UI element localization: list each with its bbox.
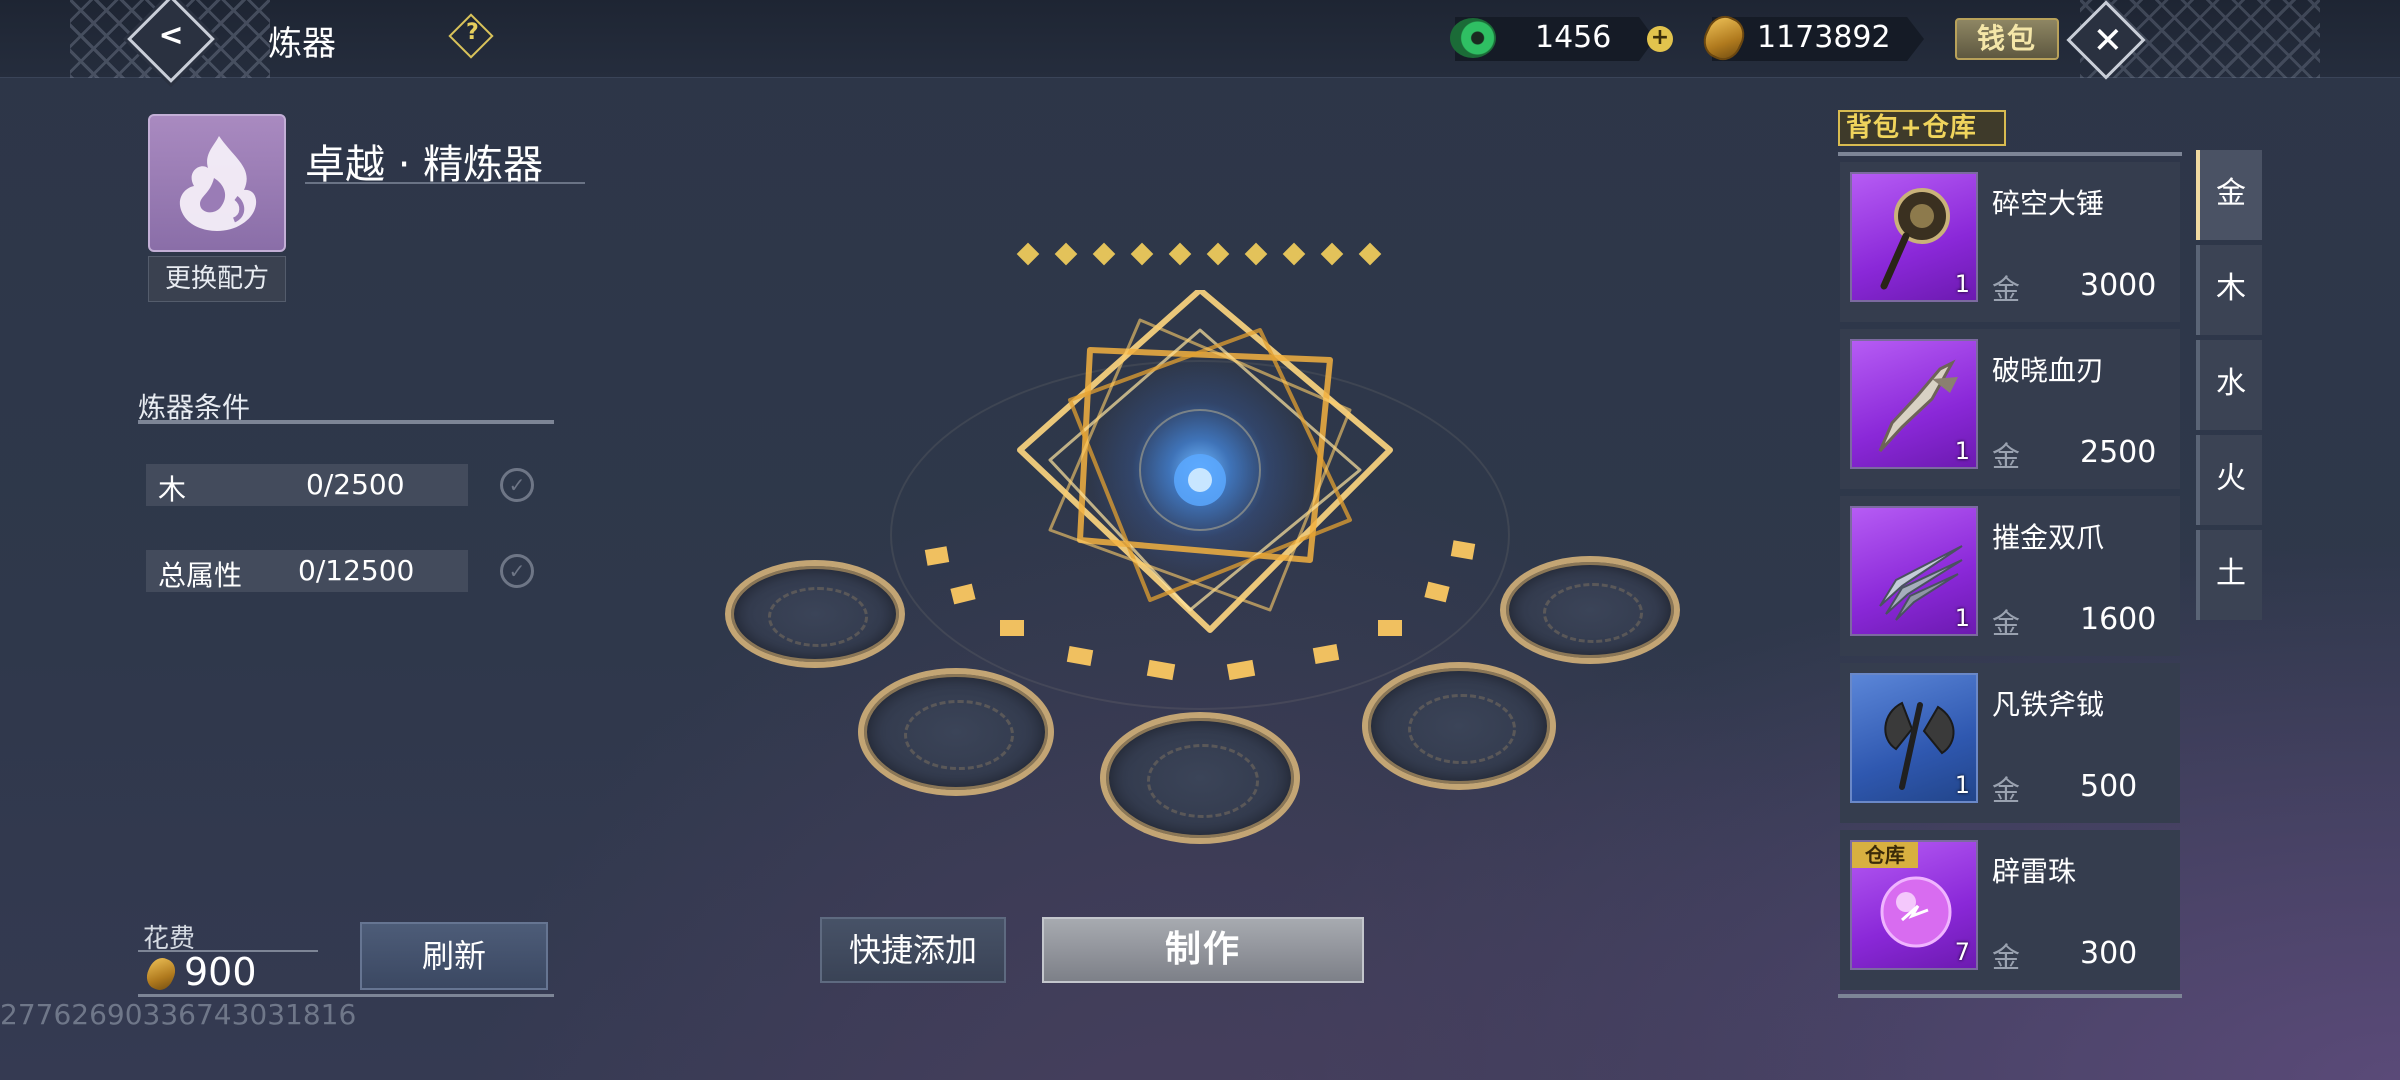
refresh-button[interactable]: 刷新 bbox=[360, 922, 548, 990]
question-icon: ? bbox=[465, 19, 479, 45]
material-slot-4[interactable] bbox=[1362, 662, 1556, 790]
material-slot-5[interactable] bbox=[1500, 556, 1680, 664]
item-quantity: 1 bbox=[1954, 771, 1970, 799]
item-image: 1 bbox=[1850, 339, 1978, 469]
tab-fire[interactable]: 火 bbox=[2196, 435, 2262, 525]
warehouse-tag: 仓库 bbox=[1852, 842, 1918, 868]
item-attribute: 金 bbox=[1992, 941, 2021, 974]
recipe-flame-icon[interactable] bbox=[148, 114, 286, 252]
inventory-item[interactable]: 1 破晓血刃 金 2500 bbox=[1840, 329, 2180, 489]
item-name: 辟雷珠 bbox=[1992, 855, 2077, 888]
add-jade-plus-icon[interactable]: + bbox=[1647, 26, 1673, 52]
item-image: 1 bbox=[1850, 506, 1978, 636]
item-quantity: 1 bbox=[1954, 270, 1970, 298]
item-name: 凡铁斧钺 bbox=[1992, 688, 2105, 721]
item-quantity: 7 bbox=[1954, 938, 1970, 966]
item-attribute: 金 bbox=[1992, 774, 2021, 807]
jade-icon bbox=[1450, 18, 1496, 58]
tab-water[interactable]: 水 bbox=[2196, 340, 2262, 430]
page-title: 炼器 bbox=[268, 24, 336, 64]
item-value: 500 bbox=[2080, 769, 2138, 804]
watermark-id: 2776269033674303181​6 bbox=[0, 998, 357, 1031]
coin-icon bbox=[142, 954, 180, 994]
inventory-title: 背包+仓库 bbox=[1838, 110, 2006, 146]
condition-label: 总属性 bbox=[158, 559, 243, 592]
forge-crystal bbox=[1017, 290, 1393, 633]
condition-value: 0/2500 bbox=[306, 468, 405, 501]
condition-label: 木 bbox=[158, 473, 187, 506]
item-attribute: 金 bbox=[1992, 273, 2021, 306]
item-attribute: 金 bbox=[1992, 607, 2021, 640]
item-name: 碎空大锤 bbox=[1992, 187, 2105, 220]
item-quantity: 1 bbox=[1954, 437, 1970, 465]
material-slot-3[interactable] bbox=[1100, 712, 1300, 844]
item-quantity: 1 bbox=[1954, 604, 1970, 632]
quick-add-button[interactable]: 快捷添加 bbox=[820, 917, 1006, 983]
tab-metal[interactable]: 金 bbox=[2196, 150, 2262, 240]
inventory-item[interactable]: 1 凡铁斧钺 金 500 bbox=[1840, 663, 2180, 823]
condition-value: 0/12500 bbox=[298, 554, 415, 587]
inventory-list[interactable]: 1 碎空大锤 金 3000 1 破晓血刃 金 2500 1 摧金双爪 金 160 bbox=[1840, 162, 2180, 992]
item-image: 仓库 7 bbox=[1850, 840, 1978, 970]
divider bbox=[1838, 152, 2182, 156]
progress-diamonds bbox=[1010, 240, 1390, 270]
change-recipe-button[interactable]: 更换配方 bbox=[148, 256, 286, 302]
back-arrow-icon: < bbox=[158, 18, 184, 54]
material-slot-1[interactable] bbox=[725, 560, 905, 668]
coin-amount: 1173892 bbox=[1757, 20, 1891, 55]
divider bbox=[305, 182, 585, 184]
item-value: 2500 bbox=[2080, 435, 2157, 470]
wallet-button[interactable]: 钱包 bbox=[1955, 18, 2059, 60]
tab-wood[interactable]: 木 bbox=[2196, 245, 2262, 335]
condition-row-total: 总属性 0/12500 bbox=[146, 550, 468, 592]
jade-amount: 1456 bbox=[1535, 20, 1612, 55]
item-name: 破晓血刃 bbox=[1992, 354, 2105, 387]
item-image: 1 bbox=[1850, 172, 1978, 302]
divider bbox=[138, 994, 554, 997]
item-value: 3000 bbox=[2080, 268, 2157, 303]
item-attribute: 金 bbox=[1992, 440, 2021, 473]
divider bbox=[138, 420, 554, 424]
inventory-item[interactable]: 1 碎空大锤 金 3000 bbox=[1840, 162, 2180, 322]
divider bbox=[1838, 994, 2182, 998]
item-value: 300 bbox=[2080, 936, 2138, 971]
inventory-item[interactable]: 1 摧金双爪 金 1600 bbox=[1840, 496, 2180, 656]
inventory-item[interactable]: 仓库 7 辟雷珠 金 300 bbox=[1840, 830, 2180, 990]
check-circle-icon: ✓ bbox=[500, 554, 534, 588]
item-image: 1 bbox=[1850, 673, 1978, 803]
item-value: 1600 bbox=[2080, 602, 2157, 637]
close-icon: ✕ bbox=[2092, 20, 2123, 62]
material-slot-2[interactable] bbox=[858, 668, 1054, 796]
item-name: 摧金双爪 bbox=[1992, 521, 2105, 554]
tab-earth[interactable]: 土 bbox=[2196, 530, 2262, 620]
craft-button[interactable]: 制作 bbox=[1042, 917, 1364, 983]
cost-amount: 900 bbox=[184, 950, 257, 994]
condition-row-wood: 木 0/2500 bbox=[146, 464, 468, 506]
check-circle-icon: ✓ bbox=[500, 468, 534, 502]
